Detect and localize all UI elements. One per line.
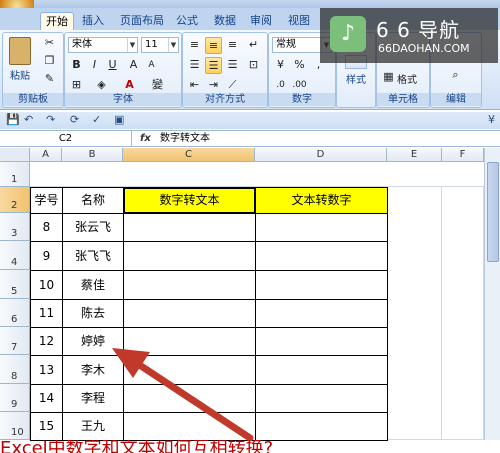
arrow-shaft [128, 356, 254, 442]
bottom-caption: Excel中数字和文本如何互相转换? [0, 440, 274, 453]
arrow-head [112, 348, 150, 378]
red-arrow-annotation [112, 348, 254, 442]
